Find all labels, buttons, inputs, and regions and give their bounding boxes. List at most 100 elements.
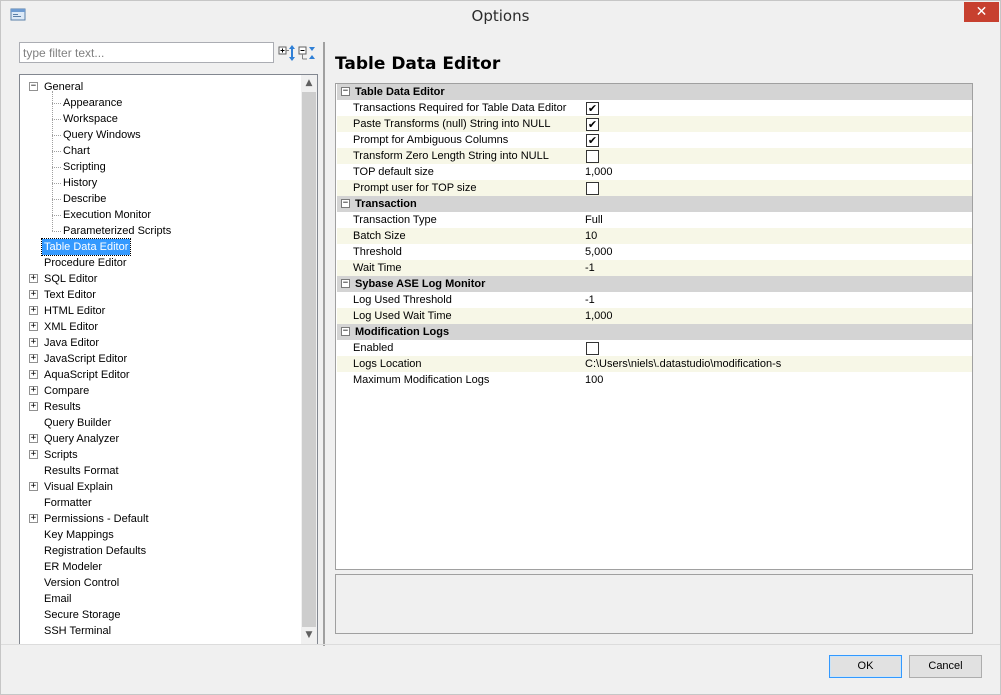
expand-icon[interactable]: +: [29, 514, 38, 523]
property-value[interactable]: 100: [585, 372, 603, 388]
property-checkbox[interactable]: ✔: [586, 118, 599, 131]
property-row[interactable]: Prompt for Ambiguous Columns ✔: [337, 132, 972, 148]
property-name: Prompt for Ambiguous Columns: [353, 134, 509, 146]
property-checkbox[interactable]: [586, 342, 599, 355]
property-row[interactable]: TOP default size 1,000: [337, 164, 972, 180]
title-bar: Options ✕: [1, 1, 1000, 31]
expand-icon[interactable]: +: [29, 338, 38, 347]
tree-item-label: Chart: [63, 145, 90, 157]
property-value[interactable]: 1,000: [585, 164, 613, 180]
expand-icon[interactable]: +: [29, 354, 38, 363]
property-name: Maximum Modification Logs: [353, 374, 490, 386]
property-row[interactable]: Maximum Modification Logs 100: [337, 372, 972, 388]
property-value[interactable]: C:\Users\niels\.datastudio\modification-…: [585, 356, 781, 372]
tree-item-label: Query Windows: [63, 129, 141, 141]
divider: [1, 644, 1000, 645]
property-value[interactable]: Full: [585, 212, 603, 228]
tree-item-label: Scripts: [44, 449, 78, 461]
property-name: Transaction Type: [353, 214, 437, 226]
property-value[interactable]: -1: [585, 260, 595, 276]
property-row[interactable]: Prompt user for TOP size: [337, 180, 972, 196]
collapse-icon[interactable]: −: [341, 327, 350, 336]
tree-item-label: Workspace: [63, 113, 118, 125]
expand-icon[interactable]: +: [29, 290, 38, 299]
expand-icon[interactable]: +: [29, 370, 38, 379]
tree-item-label: Query Analyzer: [44, 433, 120, 445]
property-checkbox[interactable]: ✔: [586, 134, 599, 147]
property-name: Wait Time: [353, 262, 402, 274]
options-tree[interactable]: − General Appearance Workspace Query Windows…: [19, 74, 318, 645]
expand-icon[interactable]: +: [29, 306, 38, 315]
section-title: Transaction: [355, 198, 417, 210]
expand-icon[interactable]: +: [29, 274, 38, 283]
tree-item-label: Appearance: [63, 97, 123, 109]
expand-icon[interactable]: +: [29, 434, 38, 443]
tree-connector: [52, 119, 61, 120]
expand-icon[interactable]: +: [29, 402, 38, 411]
scroll-thumb[interactable]: [302, 92, 316, 627]
collapse-icon[interactable]: −: [29, 82, 38, 91]
section-header[interactable]: − Modification Logs: [337, 324, 972, 340]
close-button[interactable]: ✕: [964, 2, 999, 22]
tree-item-label: Scripting: [63, 161, 106, 173]
property-row[interactable]: Transform Zero Length String into NULL: [337, 148, 972, 164]
property-value[interactable]: 5,000: [585, 244, 613, 260]
property-row[interactable]: Log Used Threshold -1: [337, 292, 972, 308]
tree-item-label: Secure Storage: [44, 609, 121, 621]
tree-item-label: Procedure Editor: [44, 257, 127, 269]
property-row[interactable]: Enabled: [337, 340, 972, 356]
tree-item-label: Version Control: [44, 577, 120, 589]
property-row[interactable]: Logs Location C:\Users\niels\.datastudio\…: [337, 356, 972, 372]
tree-connector: [52, 103, 61, 104]
property-checkbox[interactable]: ✔: [586, 102, 599, 115]
property-row[interactable]: Batch Size 10: [337, 228, 972, 244]
section-header[interactable]: − Sybase ASE Log Monitor: [337, 276, 972, 292]
cancel-button[interactable]: Cancel: [909, 655, 982, 678]
section-header[interactable]: − Transaction: [337, 196, 972, 212]
property-name: Transactions Required for Table Data Edi…: [353, 102, 567, 114]
property-value[interactable]: -1: [585, 292, 595, 308]
scroll-down-icon[interactable]: ▼: [301, 627, 317, 644]
expand-icon[interactable]: +: [29, 450, 38, 459]
expand-icon[interactable]: +: [29, 386, 38, 395]
splitter[interactable]: [323, 42, 325, 646]
tree-item-label: SSH Terminal: [44, 625, 112, 637]
options-dialog: Options ✕ −GeneralAppearanceWorkspaceQue…: [0, 0, 1001, 695]
tree-item-label: Results: [44, 401, 81, 413]
collapse-icon[interactable]: −: [341, 279, 350, 288]
property-row[interactable]: Wait Time -1: [337, 260, 972, 276]
tree-item-label: Describe: [63, 193, 107, 205]
expand-icon[interactable]: +: [29, 322, 38, 331]
collapse-all-icon[interactable]: [298, 44, 316, 62]
property-checkbox[interactable]: [586, 150, 599, 163]
section-header[interactable]: − Table Data Editor: [337, 84, 972, 100]
tree-item-label: XML Editor: [44, 321, 99, 333]
property-row[interactable]: Log Used Wait Time 1,000: [337, 308, 972, 324]
tree-scrollbar[interactable]: ▲ ▼: [301, 75, 317, 644]
tree-connector: [52, 183, 61, 184]
property-row[interactable]: Threshold 5,000: [337, 244, 972, 260]
property-row[interactable]: Paste Transforms (null) String into NULL…: [337, 116, 972, 132]
property-row[interactable]: Transactions Required for Table Data Edi…: [337, 100, 972, 116]
property-value[interactable]: 10: [585, 228, 597, 244]
ok-button[interactable]: OK: [829, 655, 902, 678]
tree-item-label: Parameterized Scripts: [63, 225, 172, 237]
tree-item-label: Registration Defaults: [44, 545, 147, 557]
property-grid[interactable]: − Table Data Editor Transactions Required …: [335, 83, 973, 570]
scroll-up-icon[interactable]: ▲: [301, 75, 317, 92]
collapse-icon[interactable]: −: [341, 87, 350, 96]
expand-icon[interactable]: +: [29, 482, 38, 491]
tree-item-label: Table Data Editor: [40, 238, 132, 256]
filter-input[interactable]: [19, 42, 274, 63]
property-checkbox[interactable]: [586, 182, 599, 195]
property-value[interactable]: 1,000: [585, 308, 613, 324]
tree-item-label: Permissions - Default: [44, 513, 149, 525]
tree-item-label: AquaScript Editor: [44, 369, 130, 381]
collapse-icon[interactable]: −: [341, 199, 350, 208]
tree-item-label: Text Editor: [44, 289, 96, 301]
property-row[interactable]: Transaction Type Full: [337, 212, 972, 228]
expand-all-icon[interactable]: [278, 44, 296, 62]
tree-item-label: Execution Monitor: [63, 209, 152, 221]
section-title: Table Data Editor: [355, 86, 445, 98]
tree-item-label: Results Format: [44, 465, 119, 477]
